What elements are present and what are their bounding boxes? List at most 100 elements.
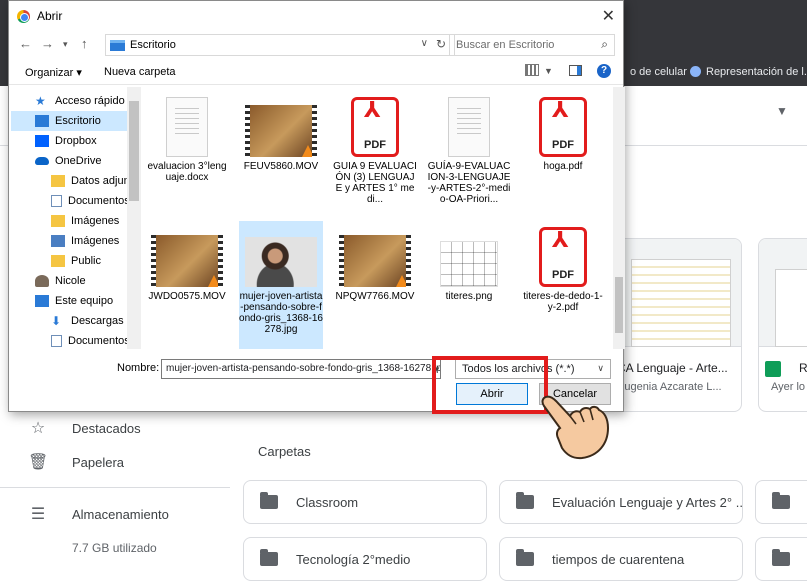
organize-button[interactable]: Organizar ▾ <box>25 66 82 79</box>
file-name: evaluacion 3°lenguaje.docx <box>147 161 227 183</box>
folder-label: Classroom <box>296 494 359 510</box>
sidebar-item-label: Destacados <box>72 420 141 436</box>
file-item[interactable]: GUÍA-9-EVALUACION-3-LENGUAJE-y-ARTES-2°-… <box>427 91 511 205</box>
help-icon[interactable]: ? <box>597 64 611 78</box>
nav-item-label: Dropbox <box>55 135 97 147</box>
bookmark-item[interactable]: Representación de l... <box>690 66 807 78</box>
file-item[interactable]: ⅄ PDF titeres-de-dedo-1-y-2.pdf <box>521 221 605 313</box>
file-item[interactable]: evaluacion 3°lenguaje.docx <box>145 91 229 183</box>
scrollbar-thumb[interactable] <box>615 277 623 333</box>
nav-item[interactable]: Nicole <box>11 271 137 291</box>
folder-item[interactable]: Classroom <box>243 480 487 524</box>
file-item[interactable]: NPQW7766.MOV <box>333 221 417 302</box>
folder-item[interactable]: Evaluación Lenguaje y Artes 2° ... <box>499 480 743 524</box>
star-icon: ★ <box>35 94 46 108</box>
nav-item[interactable]: Escritorio <box>11 111 137 131</box>
folder-item[interactable]: tiempos de cuarentena <box>499 537 743 581</box>
user-icon <box>35 275 49 287</box>
folders-section-title: Carpetas <box>258 444 311 459</box>
preview-pane-icon[interactable] <box>569 65 582 76</box>
nav-item[interactable]: ⬇ Descargas <box>11 311 137 331</box>
search-placeholder: Buscar en Escritorio <box>456 39 555 51</box>
download-icon: ⬇ <box>51 314 62 328</box>
nav-item[interactable]: Imágenes <box>11 231 137 251</box>
nav-item[interactable]: Dropbox <box>11 131 137 151</box>
sidebar-item-label: Almacenamiento <box>72 506 169 522</box>
file-card[interactable]: Re Ayer lo <box>758 238 807 412</box>
desktop-folder-icon <box>110 40 125 51</box>
scrollbar-thumb[interactable] <box>129 101 139 201</box>
doc-icon <box>51 195 62 207</box>
bookmark-label: Representación de l... <box>706 66 807 78</box>
new-folder-button[interactable]: Nueva carpeta <box>104 66 176 78</box>
pictures-icon <box>51 235 65 247</box>
filename-label: Nombre: <box>117 362 160 374</box>
nav-item-label: OneDrive <box>55 155 102 167</box>
nav-scrollbar[interactable] <box>127 87 141 349</box>
file-name: hoga.pdf <box>543 161 583 172</box>
nav-item[interactable]: ★ Acceso rápido <box>11 91 137 111</box>
nav-item[interactable]: Datos adjuntos <box>11 171 141 191</box>
folder-item[interactable] <box>755 537 807 581</box>
cloud-icon <box>35 157 49 165</box>
video-thumbnail-icon <box>145 221 229 287</box>
refresh-icon[interactable]: ↻ <box>436 37 446 51</box>
folder-icon <box>260 492 278 509</box>
nav-item[interactable]: Documentos <box>11 331 137 349</box>
sidebar-divider <box>0 487 230 488</box>
nav-item-label: Descargas <box>71 315 124 327</box>
bookmark-item[interactable]: o de celular <box>630 66 687 78</box>
file-name: mujer-joven-artista-pensando-sobre-fondo… <box>239 291 323 335</box>
sidebar-item-trash[interactable]: 🗑 Papelera <box>0 445 124 479</box>
desktop-icon <box>35 115 49 127</box>
card-title: Re <box>799 361 807 375</box>
file-item[interactable]: ⅄ PDF hoga.pdf <box>521 91 605 172</box>
open-file-dialog: Abrir ✕ ← → ▾ ↑ Escritorio ∨ ↻ Buscar en… <box>8 0 625 412</box>
storage-used-text: 7.7 GB utilizado <box>72 541 157 555</box>
file-item[interactable]: mujer-joven-artista-pensando-sobre-fondo… <box>239 221 323 349</box>
forward-arrow-icon[interactable]: → <box>41 36 54 51</box>
trash-icon: 🗑 <box>28 454 49 471</box>
document-icon <box>145 91 229 157</box>
nav-item[interactable]: Imágenes <box>11 211 137 231</box>
file-item[interactable]: titeres.png <box>427 221 511 302</box>
back-arrow-icon[interactable]: ← <box>19 36 32 51</box>
chevron-down-icon[interactable]: ▼ <box>776 104 788 118</box>
pc-icon <box>35 295 49 307</box>
address-row: ← → ▾ ↑ Escritorio ∨ ↻ Buscar en Escrito… <box>9 33 623 57</box>
nav-item[interactable]: Documentos <box>11 191 137 211</box>
nav-item[interactable]: Public <box>11 251 137 271</box>
address-bar[interactable]: Escritorio ∨ ↻ <box>105 34 455 56</box>
shared-folder-icon <box>516 492 534 509</box>
file-item[interactable]: FEUV5860.MOV <box>239 91 323 172</box>
chevron-down-icon[interactable]: ∨ <box>421 38 428 49</box>
nav-item[interactable]: Este equipo <box>11 291 137 311</box>
search-input[interactable]: Buscar en Escritorio ⌕ <box>449 34 615 56</box>
dialog-toolbar: Organizar ▾ Nueva carpeta ▼ ? <box>9 61 623 85</box>
chevron-down-icon[interactable]: ▼ <box>544 66 553 76</box>
sidebar-item-storage[interactable]: ☰ Almacenamiento <box>0 497 169 531</box>
nav-item[interactable]: OneDrive <box>11 151 137 171</box>
file-item[interactable]: JWDO0575.MOV <box>145 221 229 302</box>
folder-label: Tecnología 2°medio <box>296 551 411 567</box>
up-arrow-icon[interactable]: ↑ <box>81 36 88 51</box>
close-icon[interactable]: ✕ <box>602 6 615 26</box>
sidebar-item-starred[interactable]: ☆ Destacados <box>0 411 141 445</box>
nav-item-label: Documentos <box>68 195 130 207</box>
nav-item-label: Este equipo <box>55 295 114 307</box>
view-options-icon[interactable] <box>525 64 539 76</box>
folder-item[interactable]: Tecnología 2°medio <box>243 537 487 581</box>
video-thumbnail-icon <box>333 221 417 287</box>
file-item[interactable]: ⅄ PDF GUIA 9 EVALUACIÓN (3) LENGUAJE y ART… <box>333 91 417 205</box>
storage-icon: ☰ <box>30 506 46 523</box>
card-title: CA Lenguaje - Arte... <box>617 361 728 375</box>
nav-item-label: Imágenes <box>71 215 120 227</box>
folder-label: tiempos de cuarentena <box>552 551 685 567</box>
nav-item-label: Documentos <box>68 335 130 347</box>
recent-locations-icon[interactable]: ▾ <box>63 39 68 50</box>
nav-item-label: Public <box>71 255 101 267</box>
filename-input[interactable]: mujer-joven-artista-pensando-sobre-fondo… <box>161 359 441 379</box>
file-list-scrollbar[interactable] <box>613 87 625 349</box>
nav-item-label: Escritorio <box>55 115 101 127</box>
folder-item[interactable] <box>755 480 807 524</box>
